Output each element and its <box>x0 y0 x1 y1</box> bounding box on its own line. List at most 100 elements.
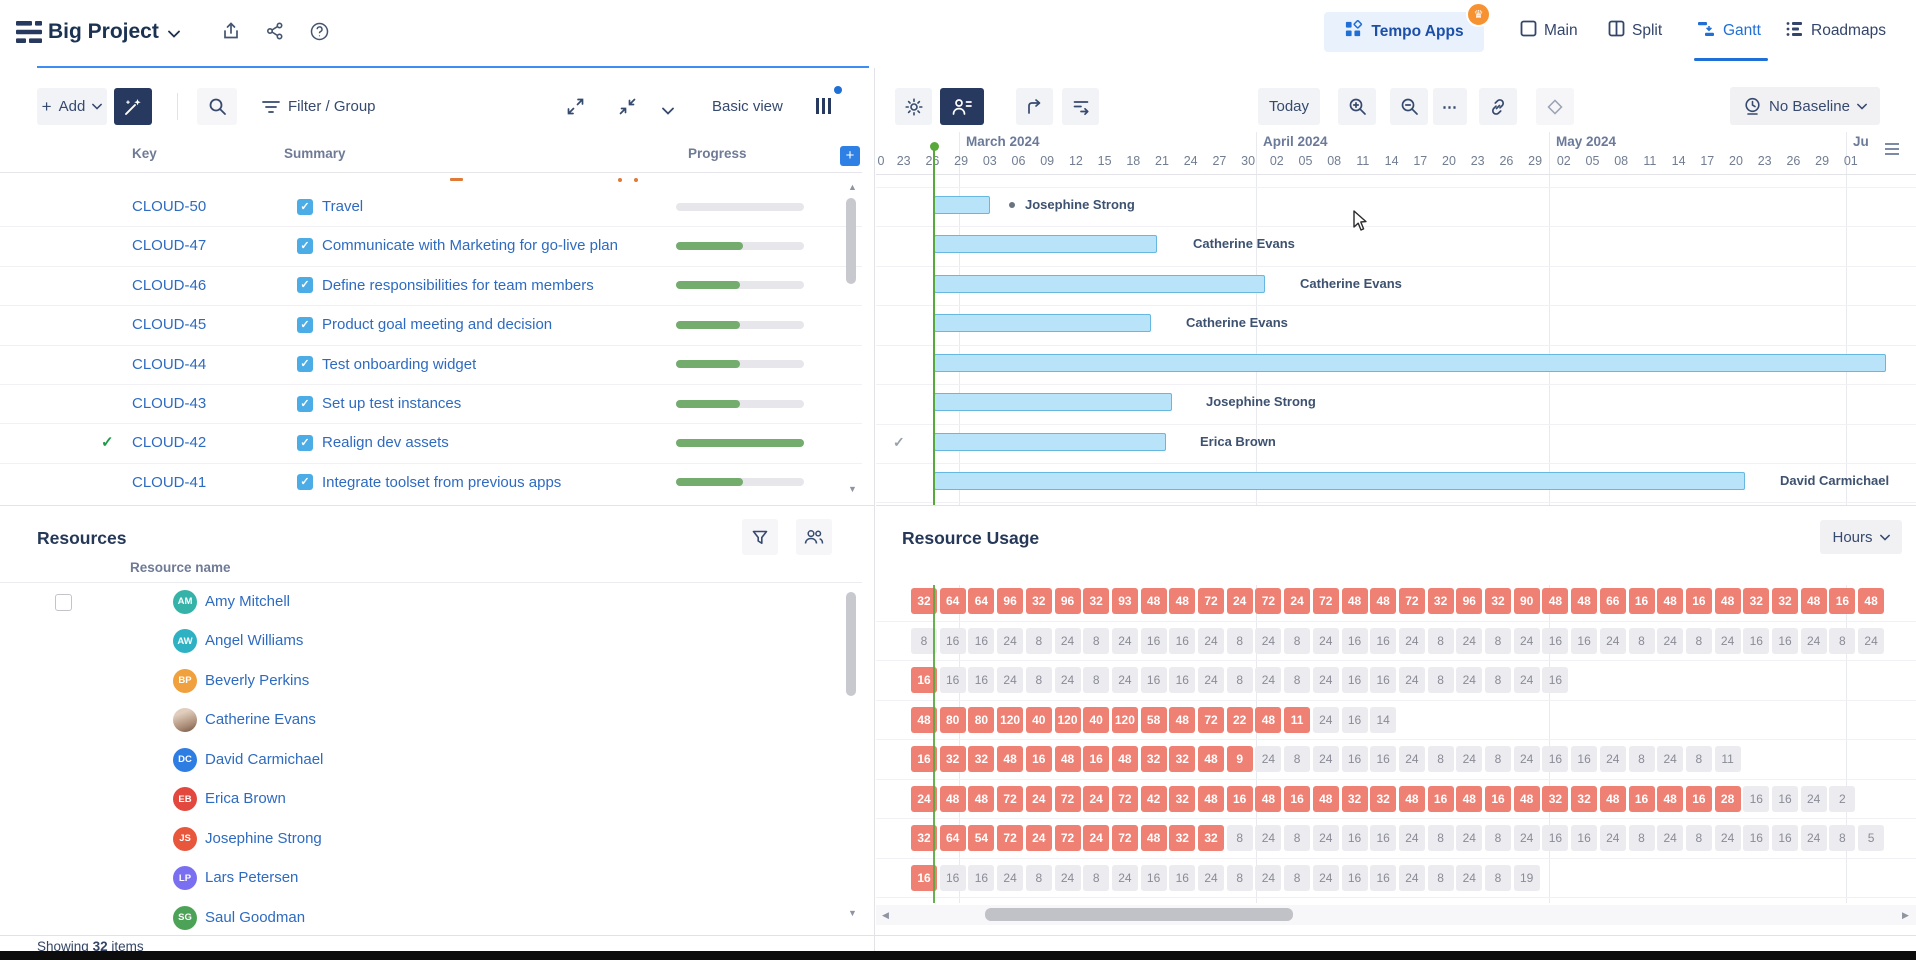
resource-row[interactable]: JSJosephine Strong <box>0 819 862 859</box>
column-header-key[interactable]: Key <box>132 146 157 161</box>
milestone-button[interactable] <box>1536 88 1574 125</box>
resource-row[interactable]: EBErica Brown <box>0 779 862 819</box>
issue-key[interactable]: CLOUD-50 <box>132 187 206 226</box>
issue-key[interactable]: CLOUD-44 <box>132 345 206 384</box>
project-title-menu[interactable]: Big Project <box>48 0 180 64</box>
table-row[interactable]: CLOUD-46✓Define responsibilities for tea… <box>0 266 862 306</box>
table-row[interactable]: CLOUD-43✓Set up test instances <box>0 384 862 424</box>
export-icon[interactable] <box>222 22 240 45</box>
resource-name[interactable]: Saul Goodman <box>205 898 305 936</box>
resource-row[interactable]: AMAmy Mitchell <box>0 585 862 621</box>
resources-scrollbar-thumb[interactable] <box>846 592 856 696</box>
columns-icon[interactable] <box>816 98 834 114</box>
usage-scrollbar-thumb[interactable] <box>985 908 1293 921</box>
table-scrollbar-thumb[interactable] <box>846 198 856 284</box>
resource-row[interactable]: DCDavid Carmichael <box>0 740 862 780</box>
resource-name[interactable]: Josephine Strong <box>205 819 322 859</box>
chevron-down-icon[interactable] <box>662 102 674 120</box>
gantt-bar[interactable] <box>934 433 1166 451</box>
share-icon[interactable] <box>266 22 284 45</box>
resource-checkbox[interactable] <box>55 594 72 611</box>
expand-all-icon[interactable] <box>566 97 585 121</box>
resource-name[interactable]: Angel Williams <box>205 621 303 661</box>
resource-row[interactable]: BPBeverly Perkins <box>0 661 862 701</box>
resource-row[interactable]: LPLars Petersen <box>0 858 862 898</box>
issue-summary[interactable]: Product goal meeting and decision <box>322 305 552 344</box>
today-button[interactable]: Today <box>1258 88 1320 125</box>
scroll-down-arrow[interactable]: ▼ <box>848 484 857 494</box>
search-button[interactable] <box>197 88 237 125</box>
resources-filter-button[interactable] <box>742 519 778 555</box>
resource-name[interactable]: Lars Petersen <box>205 858 298 898</box>
issue-key[interactable]: CLOUD-42 <box>132 423 206 462</box>
usage-unit-selector[interactable]: Hours <box>1820 520 1902 554</box>
baseline-selector[interactable]: No Baseline <box>1730 87 1880 125</box>
zoom-in-button[interactable] <box>1338 88 1376 125</box>
resource-name[interactable]: Catherine Evans <box>205 700 316 740</box>
left-section-divider[interactable] <box>0 505 874 506</box>
issue-key[interactable]: CLOUD-45 <box>132 305 206 344</box>
add-button[interactable]: + Add <box>37 88 107 125</box>
gantt-settings-button[interactable] <box>895 88 932 125</box>
table-row[interactable]: CLOUD-44✓Test onboarding widget <box>0 345 862 385</box>
gantt-bar[interactable] <box>934 354 1886 372</box>
gantt-bar[interactable] <box>934 393 1172 411</box>
gantt-bar[interactable] <box>934 314 1151 332</box>
add-column-button[interactable]: + <box>840 146 860 166</box>
resources-people-button[interactable] <box>796 519 832 555</box>
resource-panel-toggle-button[interactable] <box>940 88 984 125</box>
resource-name[interactable]: Amy Mitchell <box>205 585 290 621</box>
filter-group-button[interactable]: Filter / Group <box>262 88 376 125</box>
resource-row[interactable]: AWAngel Williams <box>0 621 862 661</box>
auto-schedule-button[interactable] <box>1016 88 1053 125</box>
issue-key[interactable]: CLOUD-47 <box>132 226 206 265</box>
resource-name[interactable]: Erica Brown <box>205 779 286 819</box>
gantt-bar[interactable] <box>934 275 1265 293</box>
resource-row[interactable]: SGSaul Goodman <box>0 898 862 936</box>
issue-key[interactable]: CLOUD-43 <box>132 384 206 423</box>
tab-split[interactable]: Split <box>1608 0 1662 62</box>
link-mode-button[interactable] <box>1479 88 1517 125</box>
tab-gantt[interactable]: Gantt <box>1698 0 1761 62</box>
issue-summary[interactable]: Integrate toolset from previous apps <box>322 463 561 497</box>
more-options-button[interactable]: ⋯ <box>1433 88 1467 125</box>
column-header-summary[interactable]: Summary <box>284 146 346 161</box>
gantt-bar[interactable] <box>934 472 1745 490</box>
gantt-bar[interactable] <box>934 235 1157 253</box>
table-row[interactable]: CLOUD-47✓Communicate with Marketing for … <box>0 226 862 266</box>
gantt-chart[interactable]: March 2024April 2024May 2024Ju0232629030… <box>876 132 1916 505</box>
resource-name[interactable]: Beverly Perkins <box>205 661 309 701</box>
tab-roadmaps[interactable]: Roadmaps <box>1786 0 1886 62</box>
help-icon[interactable] <box>310 22 329 46</box>
tab-main[interactable]: Main <box>1520 0 1578 62</box>
scroll-right-arrow[interactable]: ▶ <box>1902 910 1909 920</box>
table-row[interactable]: CLOUD-50✓Travel <box>0 187 862 227</box>
right-section-divider[interactable] <box>876 505 1916 506</box>
tempo-apps-button[interactable]: Tempo Apps <box>1324 12 1484 52</box>
panel-divider[interactable] <box>874 68 875 951</box>
issue-summary[interactable]: Test onboarding widget <box>322 345 476 384</box>
timeline-list-icon[interactable] <box>1884 142 1900 161</box>
table-row[interactable]: CLOUD-41✓Integrate toolset from previous… <box>0 463 862 497</box>
zoom-out-button[interactable] <box>1390 88 1428 125</box>
table-row[interactable]: CLOUD-45✓Product goal meeting and decisi… <box>0 305 862 345</box>
table-row[interactable]: ✓CLOUD-42✓Realign dev assets <box>0 423 862 463</box>
issue-key[interactable]: CLOUD-41 <box>132 463 206 497</box>
column-header-resource-name[interactable]: Resource name <box>130 560 231 575</box>
issue-key[interactable]: CLOUD-46 <box>132 266 206 305</box>
magic-wand-button[interactable] <box>114 88 152 125</box>
issue-summary[interactable]: Travel <box>322 187 363 226</box>
view-name-label[interactable]: Basic view <box>712 88 783 125</box>
issue-summary[interactable]: Communicate with Marketing for go-live p… <box>322 226 618 265</box>
scroll-up-arrow[interactable]: ▲ <box>848 182 857 192</box>
issue-summary[interactable]: Define responsibilities for team members <box>322 266 594 305</box>
resource-name[interactable]: David Carmichael <box>205 740 323 780</box>
scroll-down-arrow[interactable]: ▼ <box>848 908 857 918</box>
resource-row[interactable]: Catherine Evans <box>0 700 862 740</box>
collapse-all-icon[interactable] <box>618 97 637 121</box>
issue-summary[interactable]: Realign dev assets <box>322 423 449 462</box>
scroll-left-arrow[interactable]: ◀ <box>882 910 889 920</box>
gantt-bar[interactable] <box>934 196 990 214</box>
issue-summary[interactable]: Set up test instances <box>322 384 461 423</box>
leveling-button[interactable] <box>1062 88 1099 125</box>
